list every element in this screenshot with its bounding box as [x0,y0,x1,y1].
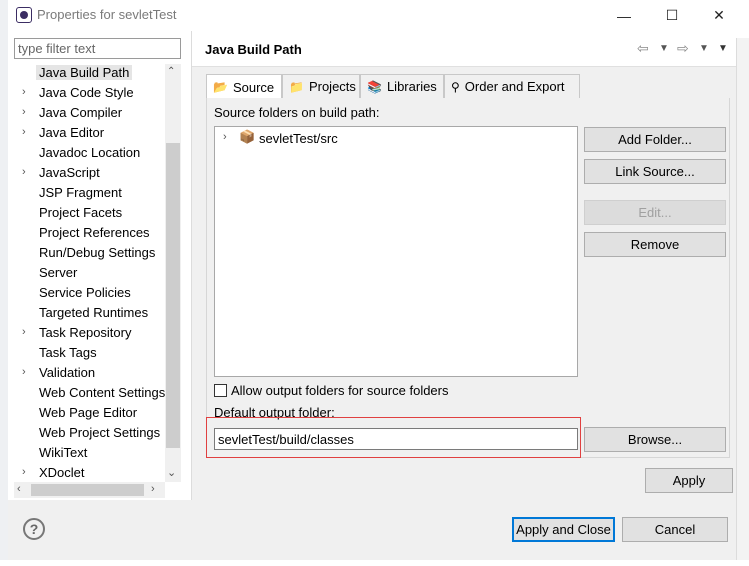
tree-item-label: Web Project Settings [39,425,161,440]
tree-item-label: Server [39,265,78,280]
page-title: Java Build Path [205,42,302,57]
tree-item-label: Service Policies [39,285,131,300]
tree-item[interactable]: Task Tags [14,343,164,363]
source-folders-heading: Source folders on build path: [214,105,380,120]
scroll-left-icon[interactable]: ‹ [17,483,21,495]
edit-button[interactable]: Edit... [584,200,726,225]
chevron-right-icon[interactable]: › [223,131,227,143]
remove-button[interactable]: Remove [584,232,726,257]
tree-item[interactable]: › Java Code Style [14,83,164,103]
minimize-button[interactable]: — [601,0,647,31]
eclipse-app-icon [16,7,32,23]
close-button[interactable]: ✕ [696,0,742,31]
tree-item[interactable]: Web Content Settings [14,383,166,403]
allow-output-folders-label: Allow output folders for source folders [231,383,449,398]
tree-item[interactable]: › Java Editor [14,123,164,143]
tree-item-label: Java Editor [39,125,105,140]
tree-item[interactable]: Javadoc Location [14,143,164,163]
tree-item[interactable]: › Task Repository [14,323,164,343]
tree-item-label: JSP Fragment [39,185,122,200]
highlight-box [206,417,581,458]
tab-libraries[interactable]: 📚 Libraries [360,74,444,98]
tree-item[interactable]: Project References [14,223,164,243]
link-source-button[interactable]: Link Source... [584,159,726,184]
tree-item[interactable]: Project Facets [14,203,164,223]
projects-icon: 📁 [289,79,304,94]
order-export-icon: ⚲ [451,79,460,94]
tab-projects-label: Projects [308,79,356,94]
chevron-right-icon[interactable]: › [22,106,26,118]
source-folder-icon: 📂 [213,80,228,94]
chevron-right-icon[interactable]: › [22,86,26,98]
tree-item-label: Project Facets [39,205,123,220]
browse-button[interactable]: Browse... [584,427,726,452]
tree-item[interactable]: Web Project Settings [14,423,164,443]
tree-item[interactable]: JSP Fragment [14,183,164,203]
chevron-right-icon[interactable]: › [22,326,26,338]
tree-item[interactable]: Web Page Editor [14,403,164,423]
help-icon[interactable]: ? [23,518,45,540]
list-item[interactable]: sevletTest/src [259,131,338,146]
background-window-edge-right [736,38,749,566]
tree-item[interactable]: WikiText [14,443,164,463]
chevron-right-icon[interactable]: › [22,166,26,178]
tab-source-label: Source [232,79,275,95]
scroll-right-icon[interactable]: › [151,483,155,495]
tree-item[interactable]: Run/Debug Settings [14,243,164,263]
tab-libraries-label: Libraries [386,79,437,94]
tree-item-label: Javadoc Location [39,145,141,160]
tab-source[interactable]: 📂 Source [206,74,282,99]
chevron-right-icon[interactable]: › [22,466,26,478]
tree-item[interactable]: › JavaScript [14,163,164,183]
view-menu-icon[interactable]: ▼ [718,43,728,54]
package-folder-icon: 📦 [239,129,256,144]
bottom-edge [0,560,749,566]
tree-item-label: Web Page Editor [39,405,138,420]
apply-button[interactable]: Apply [645,468,733,493]
tab-order-export[interactable]: ⚲ Order and Export [444,74,580,98]
tab-order-export-label: Order and Export [464,79,565,94]
forward-dropdown-icon[interactable]: ▼ [699,43,709,54]
tree-item-label: WikiText [39,445,88,460]
tree-item[interactable]: Server [14,263,164,283]
scroll-down-icon[interactable]: ⌄ [167,466,176,479]
tree-item-label: JavaScript [39,165,100,180]
tree-item[interactable]: › Validation [14,363,164,383]
tree-horizontal-scroll-thumb[interactable] [31,484,144,496]
filter-input[interactable] [14,38,181,59]
tree-item[interactable]: Targeted Runtimes [14,303,164,323]
add-folder-button[interactable]: Add Folder... [584,127,726,152]
tree-item[interactable]: Service Policies [14,283,164,303]
maximize-button[interactable]: ☐ [649,0,695,31]
tree-item-label: Project References [39,225,150,240]
tree-item-label: XDoclet [39,465,85,480]
chevron-right-icon[interactable]: › [22,366,26,378]
tree-item-label: Java Compiler [39,105,123,120]
tree-item-label: Web Content Settings [39,385,166,400]
tree-item[interactable]: Java Build Path [14,63,164,83]
libraries-icon: 📚 [367,79,382,94]
cancel-button[interactable]: Cancel [622,517,728,542]
source-folders-list[interactable]: › 📦 sevletTest/src [214,126,578,377]
tree-item-label: Task Tags [39,345,97,360]
tree-item-label: Validation [39,365,96,380]
tree-item-label: Java Build Path [36,65,133,80]
tree-item-label: Targeted Runtimes [39,305,149,320]
tab-projects[interactable]: 📁 Projects [282,74,360,98]
tree-item-label: Run/Debug Settings [39,245,156,260]
window-title: Properties for sevletTest [37,7,177,22]
background-window-edge [0,0,8,566]
allow-output-folders-checkbox[interactable] [214,384,227,397]
back-arrow-icon[interactable]: ⇦ [637,40,649,57]
apply-and-close-button[interactable]: Apply and Close [512,517,615,542]
tree-item[interactable]: › XDoclet [14,463,164,483]
back-dropdown-icon[interactable]: ▼ [659,43,669,54]
tree-item[interactable]: › Java Compiler [14,103,164,123]
chevron-right-icon[interactable]: › [22,126,26,138]
forward-arrow-icon[interactable]: ⇨ [677,40,689,57]
tree-item-label: Java Code Style [39,85,134,100]
scroll-up-icon[interactable]: ⌃ [167,66,175,77]
tree-vertical-scroll-thumb[interactable] [166,143,180,448]
tree-item-label: Task Repository [39,325,132,340]
